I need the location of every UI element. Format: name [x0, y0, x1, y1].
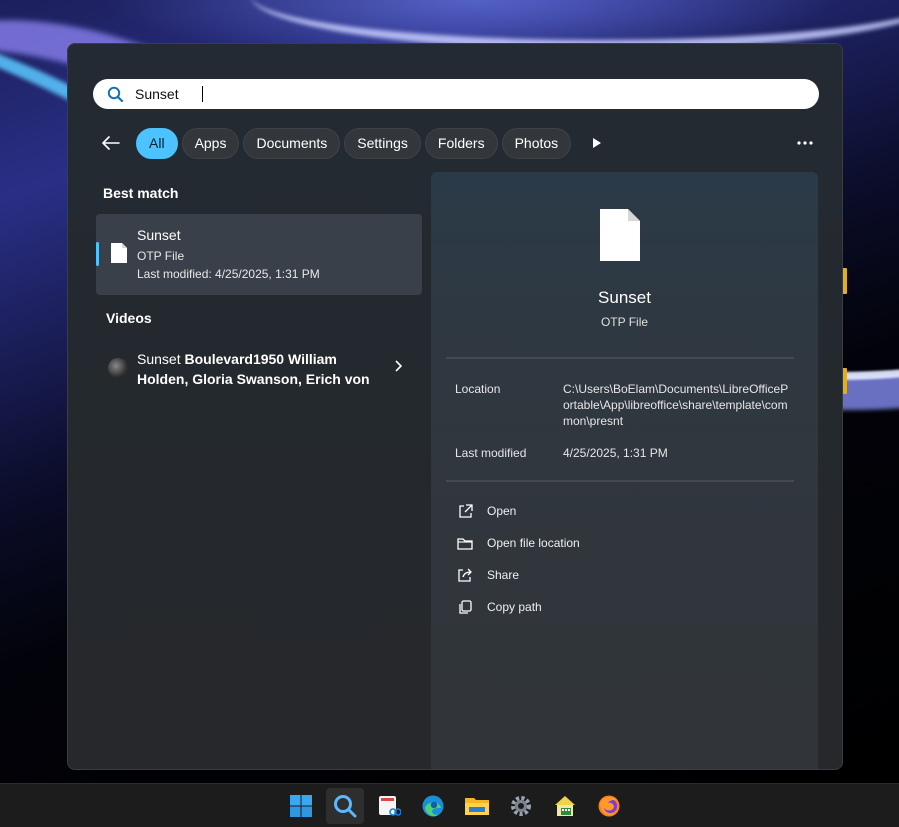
- best-match-result[interactable]: Sunset OTP File Last modified: 4/25/2025…: [96, 214, 422, 295]
- filter-chip-photos[interactable]: Photos: [501, 127, 572, 159]
- search-input[interactable]: [135, 86, 735, 102]
- file-explorer-icon[interactable]: [458, 788, 496, 824]
- filter-bar: All Apps Documents Settings Folders Phot…: [98, 127, 817, 159]
- arrow-left-icon: [102, 136, 120, 150]
- open-file-location-action[interactable]: Open file location: [456, 533, 580, 553]
- video-thumbnail-icon: [108, 358, 128, 378]
- folder-icon: [456, 534, 474, 552]
- video-title: Sunset Boulevard1950 William Holden, Glo…: [137, 351, 370, 387]
- windows-start-icon[interactable]: [282, 788, 320, 824]
- videos-heading: Videos: [106, 310, 152, 326]
- text-cursor: [202, 86, 203, 102]
- modified-value: 4/25/2025, 1:31 PM: [563, 446, 668, 460]
- location-value: C:\Users\BoElam\Documents\LibreOfficePor…: [563, 382, 789, 428]
- location-label: Location: [455, 382, 501, 396]
- chevron-right-icon[interactable]: [394, 359, 403, 377]
- search-box[interactable]: [93, 79, 819, 109]
- selection-indicator: [96, 242, 99, 266]
- filter-chip-folders[interactable]: Folders: [424, 127, 498, 159]
- search-icon[interactable]: [326, 788, 364, 824]
- preview-subtitle: OTP File: [600, 315, 649, 329]
- more-options-button[interactable]: [793, 131, 817, 155]
- edge-icon[interactable]: [414, 788, 452, 824]
- copy-icon: [456, 598, 474, 616]
- best-match-heading: Best match: [103, 185, 179, 201]
- search-icon: [107, 86, 124, 103]
- result-name: Sunset: [137, 227, 181, 243]
- filter-chip-settings[interactable]: Settings: [344, 127, 421, 159]
- settings-icon[interactable]: [502, 788, 540, 824]
- share-icon: [456, 566, 474, 584]
- filter-chip-documents[interactable]: Documents: [243, 127, 341, 159]
- result-type: OTP File: [137, 249, 185, 263]
- video-result[interactable]: Sunset Boulevard1950 William Holden, Glo…: [96, 344, 422, 394]
- more-horizontal-icon: [797, 141, 813, 145]
- file-icon: [110, 242, 128, 269]
- play-icon: [593, 138, 602, 148]
- open-external-icon: [456, 502, 474, 520]
- firefox-icon[interactable]: [590, 788, 628, 824]
- taskbar: [0, 783, 899, 827]
- divider: [446, 480, 794, 482]
- result-modified: Last modified: 4/25/2025, 1:31 PM: [137, 267, 320, 281]
- divider: [446, 357, 794, 359]
- snipping-tool-icon[interactable]: [370, 788, 408, 824]
- preview-pane: Sunset OTP File Location C:\Users\BoElam…: [431, 172, 818, 769]
- filter-chip-all[interactable]: All: [136, 127, 178, 159]
- preview-title: Sunset: [598, 288, 651, 307]
- file-large-icon: [599, 208, 641, 267]
- network-app-icon[interactable]: [546, 788, 584, 824]
- share-action[interactable]: Share: [456, 565, 519, 585]
- copy-path-action[interactable]: Copy path: [456, 597, 542, 617]
- filter-chip-apps[interactable]: Apps: [181, 127, 240, 159]
- search-panel: All Apps Documents Settings Folders Phot…: [67, 43, 843, 770]
- modified-label: Last modified: [455, 446, 527, 460]
- open-action[interactable]: Open: [456, 501, 516, 521]
- more-filters-button[interactable]: [585, 131, 609, 155]
- back-button[interactable]: [98, 130, 124, 156]
